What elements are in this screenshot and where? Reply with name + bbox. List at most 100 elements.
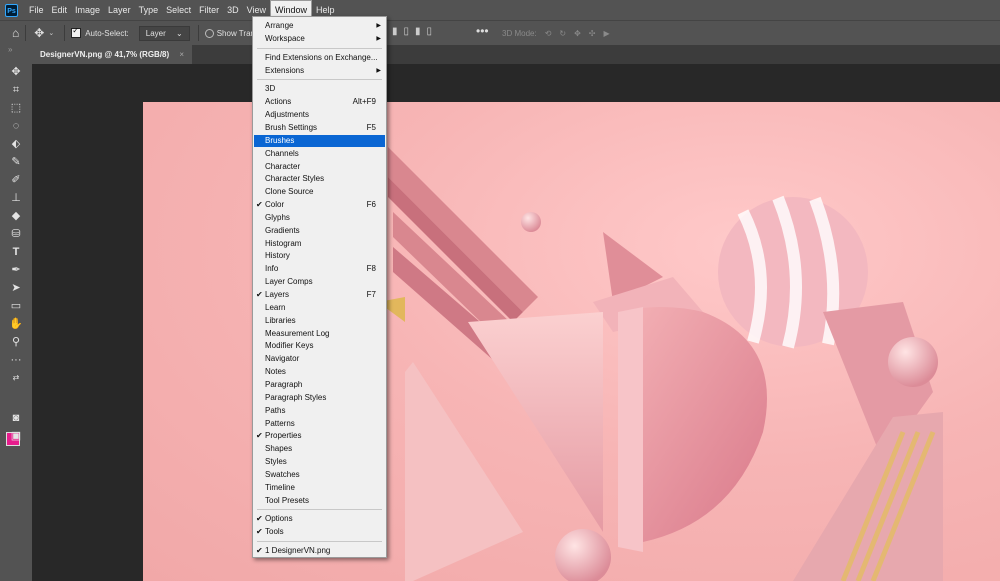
menu-item-arrange[interactable]: Arrange ▶ bbox=[254, 20, 385, 32]
menu-item-libraries[interactable]: Libraries bbox=[254, 315, 385, 327]
menu-item-tool-presets[interactable]: Tool Presets bbox=[254, 495, 385, 507]
home-icon[interactable]: ⌂ bbox=[12, 26, 19, 40]
camera-icon[interactable]: ▶ bbox=[604, 29, 610, 38]
eyedropper-tool-icon[interactable]: ✎ bbox=[9, 155, 23, 169]
close-icon[interactable]: × bbox=[179, 50, 184, 59]
menu-3d[interactable]: 3D bbox=[223, 0, 243, 20]
menu-item-learn[interactable]: Learn bbox=[254, 302, 385, 314]
menu-item-label: Workspace bbox=[265, 33, 305, 43]
menu-item-layers[interactable]: ✔ Layers F7 bbox=[254, 289, 385, 301]
crop-tool-icon[interactable]: ⌗ bbox=[9, 83, 23, 97]
menu-item-channels[interactable]: Channels bbox=[254, 148, 385, 160]
menu-item-3d[interactable]: 3D bbox=[254, 83, 385, 95]
menu-item-patterns[interactable]: Patterns bbox=[254, 418, 385, 430]
paint-bucket-tool-icon[interactable]: ⛁ bbox=[9, 227, 23, 241]
orbit-icon[interactable]: ⟲ bbox=[545, 29, 552, 38]
type-tool-icon[interactable]: T bbox=[9, 245, 23, 259]
menu-item-shortcut: Alt+F9 bbox=[352, 97, 376, 107]
more-options-icon[interactable]: ••• bbox=[476, 24, 489, 38]
menu-edit[interactable]: Edit bbox=[48, 0, 72, 20]
menu-item-layer-comps[interactable]: Layer Comps bbox=[254, 276, 385, 288]
menu-item-label: Color bbox=[265, 200, 285, 210]
more-tools-icon[interactable]: ··· bbox=[9, 353, 23, 367]
menu-item-paragraph[interactable]: Paragraph bbox=[254, 379, 385, 391]
menu-type[interactable]: Type bbox=[135, 0, 163, 20]
menu-item-label: Navigator bbox=[265, 354, 300, 364]
menu-item-workspace[interactable]: Workspace ▶ bbox=[254, 33, 385, 45]
menu-item-adjustments[interactable]: Adjustments bbox=[254, 109, 385, 121]
auto-select-checkbox[interactable] bbox=[71, 26, 82, 38]
menu-item-label: Adjustments bbox=[265, 110, 310, 120]
menu-item-notes[interactable]: Notes bbox=[254, 366, 385, 378]
menu-item-gradients[interactable]: Gradients bbox=[254, 225, 385, 237]
chevron-down-icon: ⌄ bbox=[176, 28, 183, 38]
menu-file[interactable]: File bbox=[25, 0, 48, 20]
screen-mode-icon[interactable]: ▣ bbox=[9, 429, 23, 443]
menu-filter[interactable]: Filter bbox=[195, 0, 223, 20]
show-transform-checkbox[interactable] bbox=[204, 28, 214, 38]
menu-item-label: 3D bbox=[265, 84, 276, 94]
menu-item-info[interactable]: Info F8 bbox=[254, 263, 385, 275]
menu-item-swatches[interactable]: Swatches bbox=[254, 469, 385, 481]
menu-item-paths[interactable]: Paths bbox=[254, 405, 385, 417]
menu-item-histogram[interactable]: Histogram bbox=[254, 238, 385, 250]
menu-item-clone-source[interactable]: Clone Source bbox=[254, 186, 385, 198]
menu-item-extensions[interactable]: Extensions ▶ bbox=[254, 65, 385, 77]
move-tool-icon[interactable]: ✥ bbox=[34, 26, 44, 40]
lasso-tool-icon[interactable]: ◌ bbox=[9, 119, 23, 133]
menu-item-brushes[interactable]: Brushes bbox=[254, 134, 385, 147]
menu-item-options[interactable]: ✔ Options bbox=[254, 513, 385, 525]
roll-icon[interactable]: ↻ bbox=[559, 29, 566, 38]
hand-tool-icon[interactable]: ✋ bbox=[9, 317, 23, 331]
slide-icon[interactable]: ✣ bbox=[589, 29, 596, 38]
menu-item-find-extensions-on-exchange[interactable]: Find Extensions on Exchange... bbox=[254, 52, 385, 64]
pen-tool-icon[interactable]: ✒ bbox=[9, 263, 23, 277]
move-tool-icon[interactable]: ✥ bbox=[9, 65, 23, 79]
menu-item-shapes[interactable]: Shapes bbox=[254, 443, 385, 455]
menu-item-actions[interactable]: Actions Alt+F9 bbox=[254, 96, 385, 108]
marquee-tool-icon[interactable]: ⬚ bbox=[9, 101, 23, 115]
menu-separator bbox=[257, 541, 382, 543]
menu-item-shortcut: F7 bbox=[366, 290, 376, 299]
swap-colors-icon[interactable]: ⇄ bbox=[9, 371, 23, 385]
menu-layer[interactable]: Layer bbox=[104, 0, 135, 20]
menu-item-label: Character Styles bbox=[265, 174, 325, 184]
menu-item-label: Layers bbox=[265, 290, 290, 299]
menu-item-character[interactable]: Character bbox=[254, 161, 385, 173]
rectangle-tool-icon[interactable]: ▭ bbox=[9, 299, 23, 313]
menu-item-paragraph-styles[interactable]: Paragraph Styles bbox=[254, 392, 385, 404]
menu-item-label: Brush Settings bbox=[265, 122, 318, 132]
zoom-tool-icon[interactable]: ⚲ bbox=[9, 335, 23, 349]
menu-item-properties[interactable]: ✔ Properties bbox=[254, 430, 385, 442]
menu-item-brush-settings[interactable]: Brush Settings F5 bbox=[254, 122, 385, 134]
menu-item-label: Paths bbox=[265, 405, 286, 415]
pan-icon[interactable]: ✥ bbox=[574, 29, 581, 38]
menu-item-1-designervn-png[interactable]: ✔ 1 DesignerVN.png bbox=[254, 545, 385, 557]
eraser-tool-icon[interactable]: ◆ bbox=[9, 209, 23, 223]
menu-item-tools[interactable]: ✔ Tools bbox=[254, 526, 385, 538]
menu-item-glyphs[interactable]: Glyphs bbox=[254, 212, 385, 224]
auto-select-dropdown[interactable]: Layer ⌄ bbox=[138, 25, 190, 41]
menu-item-timeline[interactable]: Timeline bbox=[254, 482, 385, 494]
window-menu-dropdown: Arrange ▶ Workspace ▶ Find Extensions on Exc… bbox=[252, 16, 387, 558]
photoshop-logo-icon: Ps bbox=[5, 3, 18, 17]
menu-item-character-styles[interactable]: Character Styles bbox=[254, 173, 385, 185]
menu-item-history[interactable]: History bbox=[254, 250, 385, 262]
stamp-tool-icon[interactable]: ⊥ bbox=[9, 191, 23, 205]
quick-mask-icon[interactable]: ◙ bbox=[9, 411, 23, 425]
menu-select[interactable]: Select bbox=[162, 0, 195, 20]
collapse-icon[interactable]: » bbox=[8, 45, 12, 54]
menu-item-styles[interactable]: Styles bbox=[254, 456, 385, 468]
document-tab[interactable]: DesignerVN.png @ 41,7% (RGB/8) × bbox=[32, 45, 193, 64]
menu-item-modifier-keys[interactable]: Modifier Keys bbox=[254, 340, 385, 352]
path-select-tool-icon[interactable]: ➤ bbox=[9, 281, 23, 295]
align-icons[interactable]: ▮▯▮▯ bbox=[392, 26, 438, 37]
chevron-down-icon[interactable]: ⌄ bbox=[48, 29, 54, 37]
menu-item-color[interactable]: ✔ Color F6 bbox=[254, 199, 385, 211]
menu-item-navigator[interactable]: Navigator bbox=[254, 353, 385, 365]
menu-image[interactable]: Image bbox=[71, 0, 104, 20]
brush-tool-icon[interactable]: ✐ bbox=[9, 173, 23, 187]
auto-select-value: Layer bbox=[145, 28, 166, 38]
quick-select-tool-icon[interactable]: ⬖ bbox=[9, 137, 23, 151]
menu-item-measurement-log[interactable]: Measurement Log bbox=[254, 328, 385, 340]
